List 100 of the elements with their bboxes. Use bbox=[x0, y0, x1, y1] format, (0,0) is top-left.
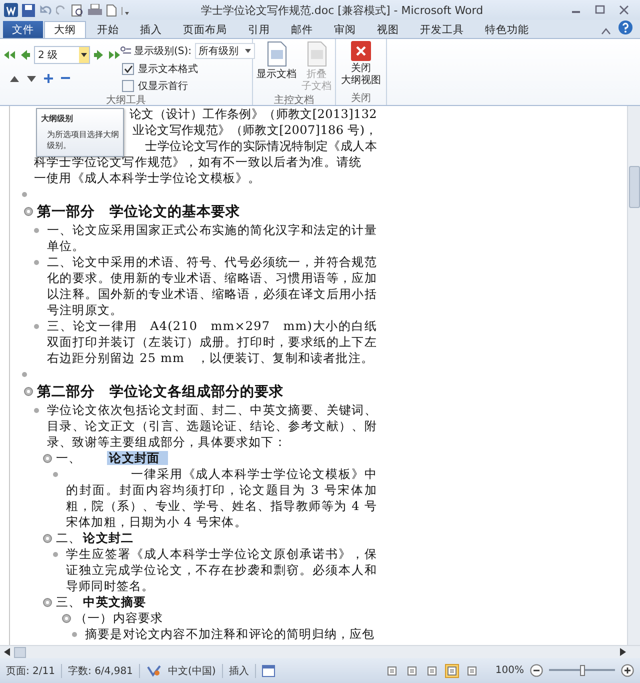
close-icon bbox=[351, 41, 371, 61]
show-level-dropdown[interactable]: 所有级别 bbox=[194, 43, 255, 59]
expand-symbol-icon[interactable] bbox=[24, 207, 33, 216]
checkbox[interactable] bbox=[122, 80, 134, 92]
body-text-symbol-icon[interactable] bbox=[22, 372, 27, 376]
zoom-in-icon[interactable] bbox=[621, 664, 634, 677]
body-paragraph: 一律采用《成人本科学士学位论文模板》中的封面。封面内容均须打印，论文题目为 3 号宋体加粗，院（系）、专业、学号、姓名、指导教师等为 4 号宋体加粗，日期为小 4 号宋体。 bbox=[66, 466, 377, 530]
scroll-right-icon[interactable] bbox=[620, 648, 626, 656]
vertical-scrollbar[interactable] bbox=[627, 106, 640, 645]
body-text-symbol-icon[interactable] bbox=[34, 260, 39, 264]
outline-level-dropdown[interactable]: 2 级 bbox=[34, 46, 90, 64]
text-line: 业论文写作规范》（师教文[2007]186 号)， bbox=[132, 123, 377, 137]
ribbon-tab[interactable]: 页面布局 bbox=[173, 21, 237, 38]
promote-icon[interactable] bbox=[21, 50, 30, 60]
heading-number: 三、 bbox=[56, 595, 82, 609]
expand-icon[interactable] bbox=[44, 74, 53, 83]
checkbox[interactable] bbox=[122, 63, 134, 75]
text-line: 士学位论文写作的实际情况特制定《成人本 bbox=[145, 139, 377, 153]
move-up-icon[interactable] bbox=[10, 76, 19, 82]
view-button[interactable] bbox=[385, 664, 400, 678]
help-icon[interactable] bbox=[618, 20, 633, 35]
body-paragraph: 摘要是对论文内容不加注释和评论的简明归纳，应包 bbox=[85, 626, 376, 642]
scrollbar-thumb[interactable] bbox=[14, 646, 26, 658]
expand-symbol-icon[interactable] bbox=[62, 614, 71, 623]
promote-to-heading-icon[interactable] bbox=[4, 50, 17, 60]
body-paragraph: 二、论文中采用的术语、符号、代号必须统一，并符合规范化的要求。使用新的专业术语、缩略语、习惯用语等，应加以注释。国外新的专业术语、缩略语，必须在译文后用小括号注明原文。 bbox=[47, 254, 377, 318]
body-text-symbol-icon[interactable] bbox=[34, 324, 39, 328]
word-logo-icon bbox=[4, 3, 18, 17]
window-title: 学士学位论文写作规范.doc [兼容模式] - Microsoft Word bbox=[200, 2, 484, 18]
printer-icon[interactable] bbox=[88, 4, 102, 16]
language-indicator[interactable]: 中文(中国) bbox=[168, 664, 216, 678]
body-text-symbol-icon[interactable] bbox=[34, 408, 39, 412]
ribbon-tab[interactable]: 开始 bbox=[87, 21, 129, 38]
save-icon[interactable] bbox=[22, 4, 35, 16]
demote-icon[interactable] bbox=[94, 50, 103, 60]
ribbon-button[interactable]: 显示文档 bbox=[256, 41, 298, 93]
expand-symbol-icon[interactable] bbox=[24, 387, 33, 396]
ribbon-tab[interactable]: 大纲 bbox=[44, 21, 86, 38]
show-level-label: 显示级别(S): bbox=[134, 45, 192, 58]
show-level-icon bbox=[120, 46, 131, 56]
body-text-symbol-icon[interactable] bbox=[34, 228, 39, 232]
ribbon-tab[interactable]: 开发工具 bbox=[410, 21, 474, 38]
ribbon-tab[interactable]: 特色功能 bbox=[475, 21, 539, 38]
group-label: 主控文档 bbox=[273, 94, 315, 107]
ribbon-tab[interactable]: 视图 bbox=[367, 21, 409, 38]
zoom-level[interactable]: 100% bbox=[495, 665, 524, 676]
expand-symbol-icon[interactable] bbox=[43, 534, 52, 543]
body-text-symbol-icon[interactable] bbox=[22, 192, 27, 196]
new-document-icon[interactable] bbox=[106, 4, 117, 16]
close-outline-view-button[interactable]: 关闭 大纲视图 bbox=[340, 41, 382, 91]
restore-icon[interactable] bbox=[594, 5, 606, 15]
file-tab[interactable]: 文件 bbox=[3, 21, 43, 38]
macro-recording-icon[interactable] bbox=[262, 664, 275, 676]
heading: （一）内容要求 bbox=[75, 610, 164, 626]
view-button[interactable] bbox=[445, 664, 460, 678]
view-button[interactable] bbox=[405, 664, 420, 678]
horizontal-scrollbar[interactable] bbox=[0, 645, 640, 658]
caret-icon bbox=[244, 49, 251, 53]
undo-icon[interactable] bbox=[39, 4, 52, 16]
ribbon-tab[interactable]: 邮件 bbox=[281, 21, 323, 38]
tooltip-text: 为所选项目选择大纲级别。 bbox=[46, 129, 119, 151]
ribbon-tab[interactable]: 插入 bbox=[130, 21, 172, 38]
expand-symbol-icon[interactable] bbox=[43, 598, 52, 607]
view-button[interactable] bbox=[465, 664, 480, 678]
group-label: 大纲工具 bbox=[105, 94, 147, 107]
document-icon bbox=[306, 41, 328, 67]
body-paragraph: 三、论文一律用 A4(210 mm×297 mm)大小的白纸双面打印并装订（左装订）成册。打印时，要求纸的上下左右边距分别留边 25 mm ，以便装订、复制和读者批注。 bbox=[47, 318, 377, 366]
move-down-icon[interactable] bbox=[27, 76, 36, 82]
zoom-out-icon[interactable] bbox=[530, 664, 543, 677]
slider-thumb[interactable] bbox=[580, 665, 585, 676]
text-line: 一使用《成人本科学士学位论文模板》。 bbox=[34, 171, 261, 185]
close-icon[interactable] bbox=[618, 5, 630, 15]
page-count[interactable]: 页面: 2/11 bbox=[6, 664, 56, 678]
heading-number: 一、 bbox=[56, 451, 82, 465]
word-count[interactable]: 字数: 6/4,981 bbox=[68, 664, 133, 678]
body-paragraph: 学生应签署《成人本科学士学位论文原创承诺书》，保证独立完成学位论文，不存在抄袭和剽窃。必须本人和导师同时签名。 bbox=[66, 546, 377, 594]
collapse-ribbon-icon[interactable] bbox=[601, 27, 611, 35]
collapse-icon[interactable] bbox=[61, 77, 70, 80]
print-preview-icon[interactable] bbox=[71, 4, 84, 16]
scrollbar-thumb[interactable] bbox=[629, 166, 640, 208]
ribbon-tab[interactable]: 审阅 bbox=[324, 21, 366, 38]
text-line: 论文（设计）工作条例》（师教文[2013]132 bbox=[129, 107, 377, 121]
view-button[interactable] bbox=[425, 664, 440, 678]
body-text-symbol-icon[interactable] bbox=[72, 632, 77, 636]
body-text-symbol-icon[interactable] bbox=[53, 552, 58, 556]
insert-mode-indicator[interactable]: 插入 bbox=[228, 664, 249, 678]
heading: 第二部分 学位论文各组成部分的要求 bbox=[37, 382, 284, 402]
document-icon bbox=[266, 41, 288, 67]
checkbox-label: 显示文本格式 bbox=[138, 62, 198, 76]
expand-symbol-icon[interactable] bbox=[43, 454, 52, 463]
body-text-symbol-icon[interactable] bbox=[53, 472, 58, 476]
heading: 中英文摘要 bbox=[82, 595, 148, 609]
caret-icon bbox=[81, 53, 87, 57]
text-line: 科学士学位论文写作规范》，如有不一致以后者为准。请统 bbox=[34, 155, 362, 169]
ribbon-tab[interactable]: 引用 bbox=[238, 21, 280, 38]
scroll-left-icon[interactable] bbox=[4, 648, 10, 656]
checkbox-label: 仅显示首行 bbox=[138, 80, 188, 93]
group-label: 关闭 bbox=[350, 92, 372, 105]
proofing-icon[interactable] bbox=[146, 664, 162, 677]
heading: 论文封二 bbox=[82, 531, 135, 545]
